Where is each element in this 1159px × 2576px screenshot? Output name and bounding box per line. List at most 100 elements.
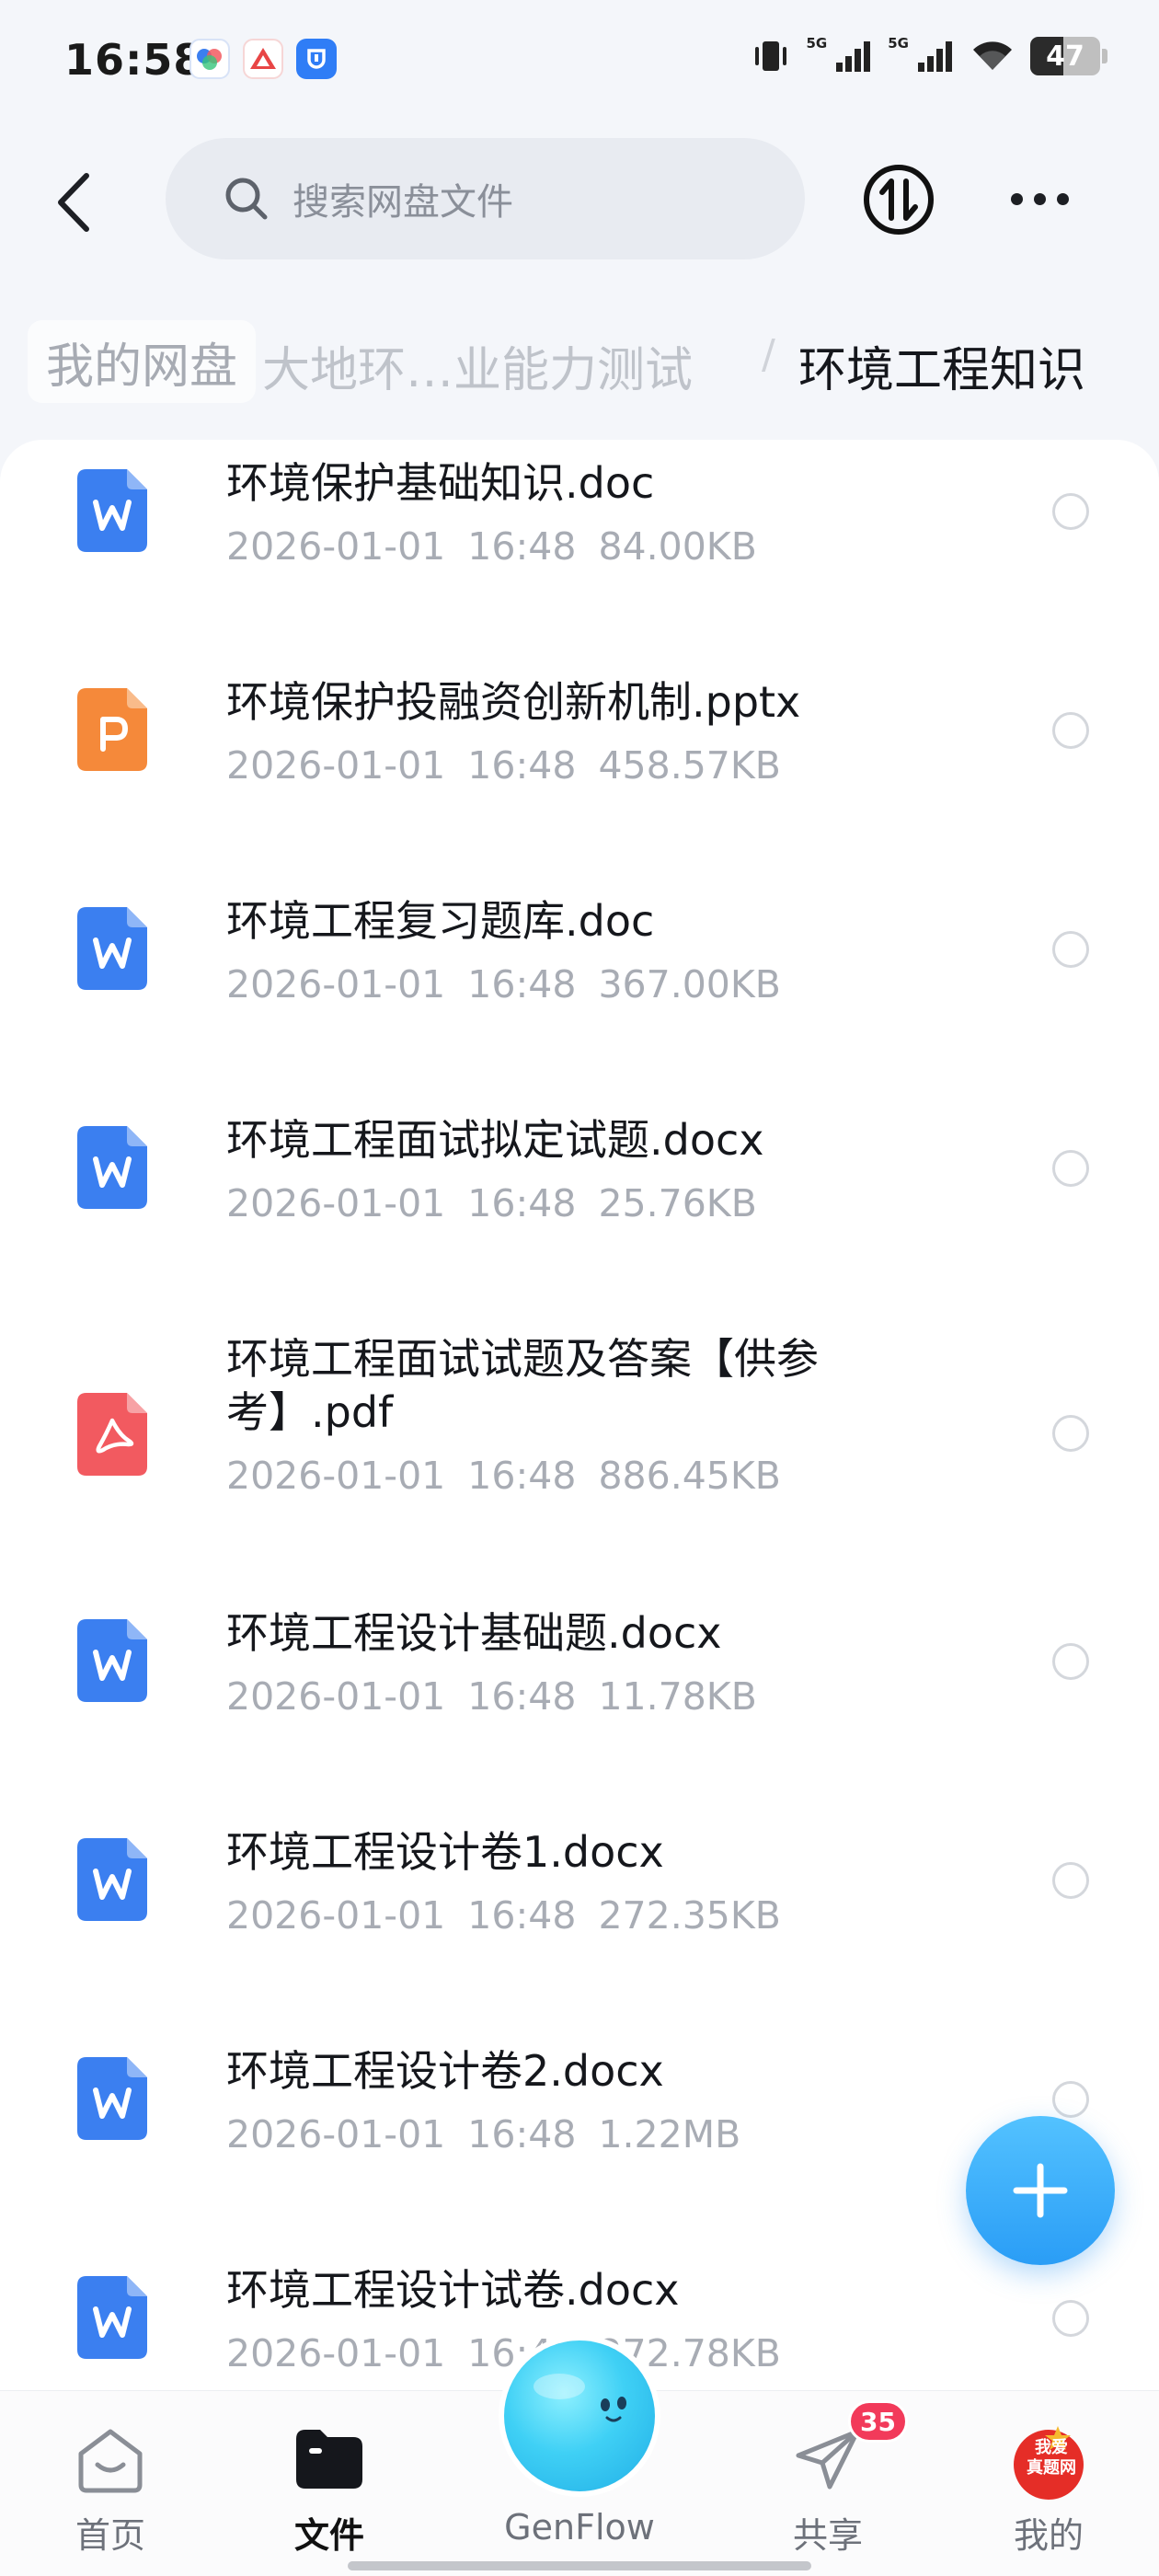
status-indicators: 5G 5G 47 — [750, 35, 1107, 75]
genflow-orb[interactable] — [504, 2340, 655, 2491]
file-size: 84.00KB — [598, 524, 757, 569]
status-bar: 16:58 5G 5G 47 — [0, 0, 1159, 129]
select-checkbox[interactable] — [1052, 1643, 1089, 1680]
netdisk-app-icon — [189, 39, 230, 79]
file-size: 11.78KB — [598, 1674, 757, 1719]
home-indicator[interactable] — [348, 2561, 811, 2570]
file-row[interactable]: 环境工程设计基础题.docx 2026-01-01 16:48 11.78KB — [0, 1590, 1159, 1809]
word-file-icon — [77, 2276, 147, 2359]
nav-files[interactable]: 文件 — [237, 2391, 421, 2576]
file-date: 2026-01-01 — [226, 1893, 446, 1938]
file-meta: 2026-01-01 16:48 1.22MB — [226, 2112, 740, 2156]
select-checkbox[interactable] — [1052, 1862, 1089, 1899]
word-file-icon — [77, 2057, 147, 2140]
file-size: 886.45KB — [598, 1454, 781, 1498]
file-meta: 2026-01-01 16:48 25.76KB — [226, 1181, 757, 1225]
file-time: 16:48 — [467, 962, 577, 1006]
word-file-icon — [77, 907, 147, 990]
select-checkbox[interactable] — [1052, 1150, 1089, 1187]
file-size: 1.22MB — [598, 2112, 741, 2156]
file-time: 16:48 — [467, 2112, 577, 2156]
file-row[interactable]: 环境工程面试拟定试题.docx 2026-01-01 16:48 25.76KB — [0, 1097, 1159, 1316]
chevron-left-icon — [58, 173, 89, 232]
select-checkbox[interactable] — [1052, 931, 1089, 968]
file-date: 2026-01-01 — [226, 743, 446, 788]
more-dot-icon — [1033, 192, 1046, 205]
file-row[interactable]: 环境工程复习题库.doc 2026-01-01 16:48 367.00KB — [0, 878, 1159, 1097]
breadcrumb-current: 环境工程知识 — [798, 343, 1086, 398]
signal-1-label: 5G — [806, 35, 828, 52]
nav-me[interactable]: 我的 — [957, 2391, 1141, 2576]
file-name-line-1: 环境工程面试试题及答案【供参 — [226, 1334, 819, 1384]
file-row[interactable]: 环境工程面试试题及答案【供参 考】.pdf 2026-01-01 16:48 8… — [0, 1316, 1159, 1590]
folder-icon — [296, 2430, 362, 2489]
file-meta: 2026-01-01 16:48 367.00KB — [226, 962, 781, 1006]
home-icon — [78, 2429, 143, 2493]
word-file-icon — [77, 1838, 147, 1921]
file-size: 458.57KB — [598, 743, 781, 788]
nav-share-label: 共享 — [792, 2515, 863, 2556]
nav-me-label: 我的 — [1013, 2515, 1084, 2556]
file-name-line-2: 考】.pdf — [226, 1387, 394, 1437]
nav-home-label: 首页 — [75, 2515, 145, 2556]
signal-2-icon — [918, 41, 952, 72]
vibrate-icon — [754, 41, 786, 71]
search-input[interactable]: 搜索网盘文件 — [166, 138, 805, 259]
battery-icon: 47 — [1030, 37, 1100, 75]
file-date: 2026-01-01 — [226, 1454, 446, 1498]
file-date: 2026-01-01 — [226, 1674, 446, 1719]
file-date: 2026-01-01 — [226, 524, 446, 569]
signal-2-label: 5G — [888, 35, 909, 52]
breadcrumb: 我的网盘 大地环…业能力测试 / 环境工程知识 — [0, 313, 1159, 414]
file-size: 272.35KB — [598, 1893, 781, 1938]
file-size: 367.00KB — [598, 962, 781, 1006]
file-time: 16:48 — [467, 743, 577, 788]
file-name: 环境工程面试拟定试题.docx — [226, 1115, 764, 1165]
file-date: 2026-01-01 — [226, 2331, 446, 2375]
breadcrumb-separator: / — [762, 331, 775, 378]
avatar-text: 我爱 真题网 — [1027, 2438, 1076, 2478]
file-name: 环境工程设计卷2.docx — [226, 2046, 664, 2096]
file-time: 16:48 — [467, 1181, 577, 1225]
word-file-icon — [77, 1126, 147, 1209]
signal-1-icon — [836, 41, 871, 72]
file-time: 16:48 — [467, 524, 577, 569]
search-icon — [225, 178, 268, 220]
pdf-file-icon — [77, 1393, 147, 1476]
nav-files-label: 文件 — [293, 2515, 364, 2556]
file-name: 环境工程复习题库.doc — [226, 896, 655, 946]
file-date: 2026-01-01 — [226, 962, 446, 1006]
file-time: 16:48 — [467, 1893, 577, 1938]
file-row[interactable]: 环境工程设计卷1.docx 2026-01-01 16:48 272.35KB — [0, 1809, 1159, 2028]
file-row[interactable]: 环境保护基础知识.doc 2026-01-01 16:48 84.00KB — [0, 440, 1159, 659]
file-list: 环境保护基础知识.doc 2026-01-01 16:48 84.00KB 环境… — [0, 440, 1159, 2576]
file-time: 16:48 — [467, 1674, 577, 1719]
breadcrumb-parent[interactable]: 大地环…业能力测试 — [262, 331, 693, 400]
select-checkbox[interactable] — [1052, 712, 1089, 749]
file-name: 环境工程设计试卷.docx — [226, 2265, 680, 2315]
select-checkbox[interactable] — [1052, 2300, 1089, 2337]
more-button[interactable] — [1003, 179, 1076, 218]
more-dot-icon — [1056, 192, 1069, 205]
battery-tip — [1102, 49, 1107, 63]
nav-home[interactable]: 首页 — [18, 2391, 202, 2576]
file-size: 25.76KB — [598, 1181, 757, 1225]
transfer-button[interactable] — [862, 163, 935, 236]
back-button[interactable] — [46, 166, 101, 239]
file-date: 2026-01-01 — [226, 1181, 446, 1225]
file-row[interactable]: 环境保护投融资创新机制.pptx 2026-01-01 16:48 458.57… — [0, 659, 1159, 878]
search-placeholder: 搜索网盘文件 — [293, 181, 513, 224]
transfer-icon — [864, 165, 934, 235]
wifi-icon — [973, 41, 1012, 70]
add-button[interactable] — [966, 2116, 1115, 2265]
file-time: 16:48 — [467, 1454, 577, 1498]
file-name: 环境工程设计卷1.docx — [226, 1827, 664, 1877]
breadcrumb-root[interactable]: 我的网盘 — [28, 320, 257, 403]
select-checkbox[interactable] — [1052, 493, 1089, 530]
file-meta: 2026-01-01 16:48 84.00KB — [226, 524, 757, 569]
select-checkbox[interactable] — [1052, 1415, 1089, 1452]
select-checkbox[interactable] — [1052, 2081, 1089, 2118]
battery-level: 47 — [1046, 40, 1084, 73]
file-meta: 2026-01-01 16:48 272.35KB — [226, 1893, 781, 1938]
genflow-mascot-icon — [534, 2374, 626, 2422]
